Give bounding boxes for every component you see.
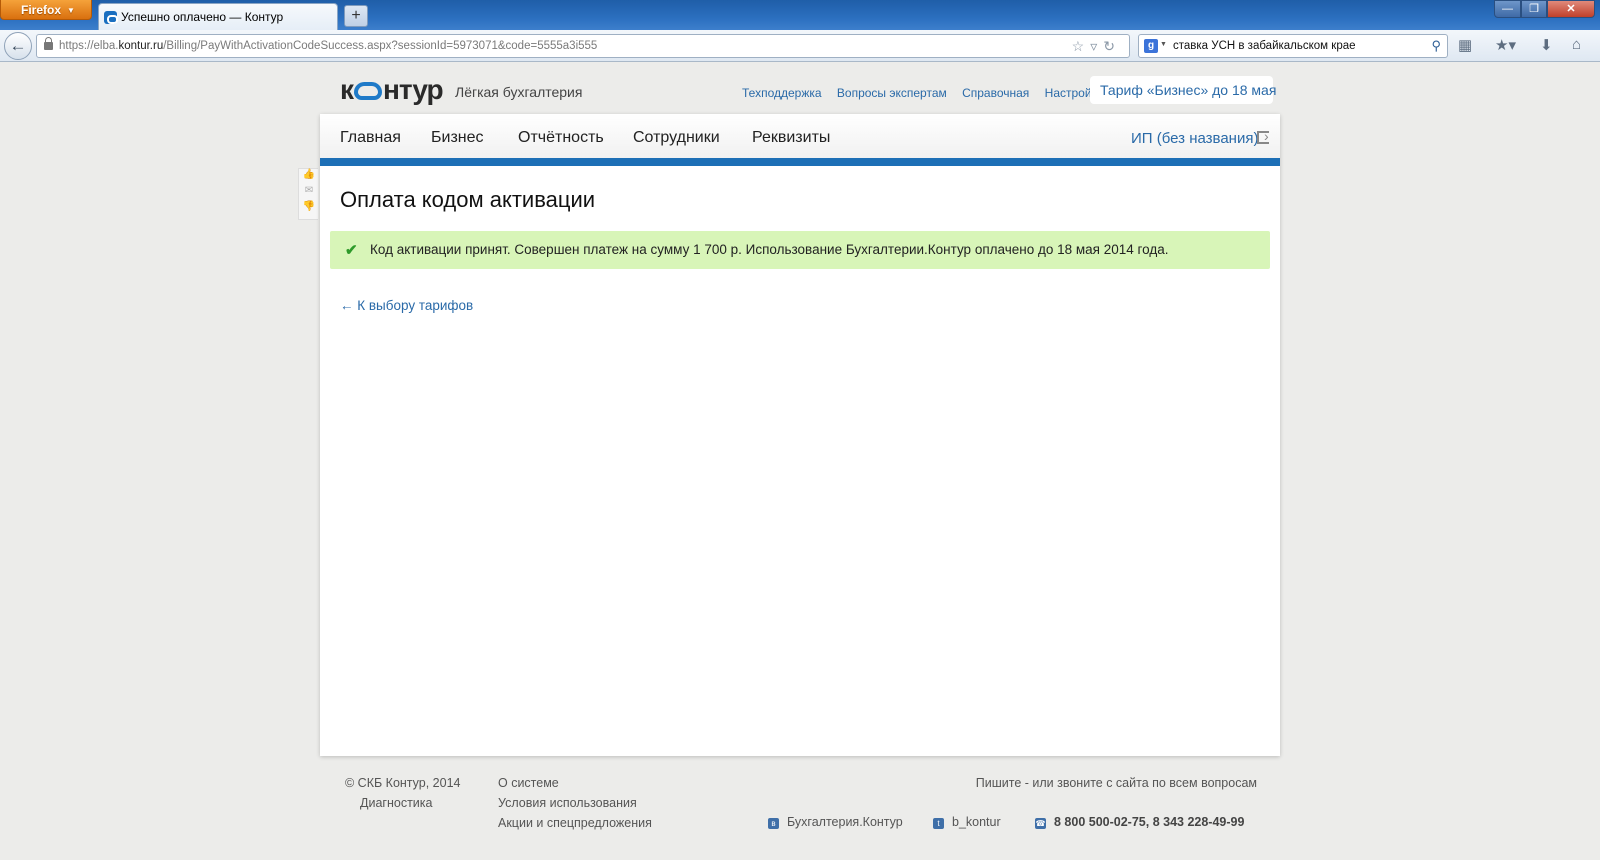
- success-message: Код активации принят. Совершен платеж на…: [370, 242, 1169, 257]
- tariff-badge[interactable]: Тариф «Бизнес» до 18 мая: [1090, 76, 1276, 104]
- copyright: © СКБ Контур, 2014: [345, 776, 461, 790]
- history-dropdown-icon[interactable]: ▿: [1090, 38, 1103, 54]
- logo-text-right: нтур: [383, 74, 444, 105]
- back-to-tariffs-link[interactable]: ← К выбору тарифов: [340, 298, 473, 313]
- phone-icon: ☎: [1035, 818, 1046, 829]
- google-icon[interactable]: g: [1144, 39, 1158, 53]
- feedback-toolbar: 👍 ✉ 👎: [298, 168, 318, 220]
- kontur-logo[interactable]: к нтур: [340, 74, 444, 106]
- search-icon[interactable]: ⚲: [1431, 38, 1441, 54]
- new-tab-button[interactable]: +: [344, 5, 368, 27]
- link-experts[interactable]: Вопросы экспертам: [837, 86, 947, 100]
- thumbs-up-icon[interactable]: 👍: [299, 169, 319, 185]
- tagline: Лёгкая бухгалтерия: [455, 84, 583, 100]
- chevron-down-icon: ▼: [1160, 41, 1167, 48]
- main-card: Главная Бизнес Отчётность Сотрудники Рек…: [320, 114, 1280, 756]
- bookmark-star-icon[interactable]: ☆: [1072, 38, 1091, 54]
- menu-item-home[interactable]: Главная: [340, 129, 401, 147]
- organization-link[interactable]: ИП (без названия): [1131, 130, 1258, 147]
- browser-tab[interactable]: Успешно оплачено — Контур: [98, 3, 338, 30]
- tab-title: Успешно оплачено — Контур: [121, 10, 284, 24]
- vk-label: Бухгалтерия.Контур: [787, 815, 903, 829]
- footer-link-about[interactable]: О системе: [498, 776, 559, 790]
- twitter-label: b_kontur: [952, 815, 1001, 829]
- home-icon[interactable]: ⌂: [1572, 36, 1581, 53]
- browser-navbar: ← https://elba.kontur.ru/Billing/PayWith…: [0, 30, 1600, 62]
- menu-item-reports[interactable]: Отчётность: [518, 129, 604, 147]
- twitter-icon: t: [933, 818, 944, 829]
- url-bar[interactable]: https://elba.kontur.ru/Billing/PayWithAc…: [36, 34, 1130, 58]
- menu-item-employees[interactable]: Сотрудники: [633, 129, 720, 147]
- addon-icon[interactable]: ▦: [1458, 36, 1472, 54]
- menu-accent-bar: [320, 158, 1280, 166]
- window-minimize-button[interactable]: —: [1494, 0, 1521, 18]
- search-query: ставка УСН в забайкальском крае: [1173, 40, 1356, 52]
- phone-numbers: 8 800 500-02-75, 8 343 228-49-99: [1054, 815, 1245, 829]
- footer-link-promos[interactable]: Акции и спецпредложения: [498, 816, 652, 830]
- url-bar-actions: ☆▿↻: [1072, 38, 1121, 55]
- site-footer: © СКБ Контур, 2014 Диагностика О системе…: [320, 776, 1280, 856]
- footer-link-terms[interactable]: Условия использования: [498, 796, 637, 810]
- site-header: к нтур Лёгкая бухгалтерия Техподдержка Во…: [320, 72, 1280, 112]
- logout-icon[interactable]: [1257, 128, 1269, 144]
- page-title: Оплата кодом активации: [340, 187, 596, 212]
- firefox-menu-label: Firefox: [21, 3, 62, 17]
- top-links: Техподдержка Вопросы экспертам Справочна…: [742, 86, 1116, 100]
- window-maximize-button[interactable]: ❐: [1521, 0, 1547, 18]
- reload-icon[interactable]: ↻: [1103, 38, 1121, 54]
- firefox-menu-button[interactable]: Firefox ▼: [0, 0, 92, 20]
- kontur-favicon-icon: [104, 11, 118, 24]
- link-support[interactable]: Техподдержка: [742, 86, 822, 100]
- thumbs-down-icon[interactable]: 👎: [299, 201, 319, 217]
- search-bar[interactable]: g ▼ ставка УСН в забайкальском крае ⚲: [1138, 34, 1448, 58]
- chevron-down-icon: ▼: [67, 6, 75, 15]
- back-arrow-icon[interactable]: ←: [4, 32, 32, 60]
- phone-contact[interactable]: ☎ 8 800 500-02-75, 8 343 228-49-99: [1035, 815, 1244, 829]
- menu-item-business[interactable]: Бизнес: [431, 129, 484, 147]
- diagnostics-link[interactable]: Диагностика: [360, 796, 432, 810]
- lock-icon: [44, 37, 53, 50]
- url-prefix: https://elba.: [59, 40, 119, 52]
- url-host: kontur.ru: [118, 40, 164, 52]
- twitter-link[interactable]: t b_kontur: [933, 815, 1001, 829]
- vk-link[interactable]: в Бухгалтерия.Контур: [768, 815, 903, 829]
- menu-item-requisites[interactable]: Реквизиты: [752, 129, 830, 147]
- link-reference[interactable]: Справочная: [962, 86, 1029, 100]
- cloud-logo-icon: [354, 82, 383, 100]
- logo-text-left: к: [340, 74, 354, 105]
- bookmarks-icon[interactable]: ★▾: [1495, 36, 1516, 54]
- contact-note: Пишите - или звоните с сайта по всем воп…: [975, 776, 1257, 790]
- download-icon[interactable]: ⬇: [1540, 36, 1553, 54]
- window-close-button[interactable]: ✕: [1547, 0, 1595, 18]
- vk-icon: в: [768, 818, 779, 829]
- main-menu: Главная Бизнес Отчётность Сотрудники Рек…: [320, 114, 1280, 158]
- success-alert: ✔ Код активации принят. Совершен платеж …: [330, 231, 1270, 269]
- mail-icon[interactable]: ✉: [299, 185, 319, 201]
- browser-titlebar: Firefox ▼ Успешно оплачено — Контур + — ❐…: [0, 0, 1600, 30]
- checkmark-icon: ✔: [345, 242, 358, 259]
- url-path: /Billing/PayWithActivationCodeSuccess.as…: [163, 40, 598, 52]
